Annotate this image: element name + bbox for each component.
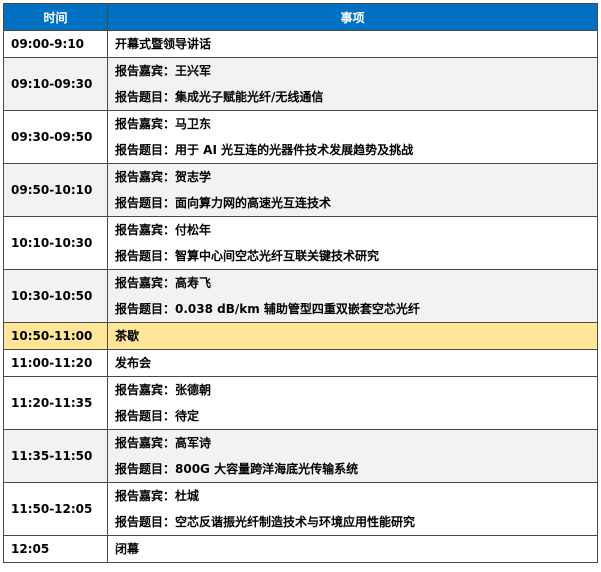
title-line: 报告题目：0.038 dB/km 辅助管型四重双嵌套空芯光纤 [115, 302, 420, 316]
title-line: 报告题目：智算中心间空芯光纤互联关键技术研究 [115, 249, 380, 263]
table-row: 11:00-11:20 发布会 [3, 349, 598, 377]
time-cell: 11:50-12:05 [3, 482, 108, 536]
item-cell: 报告嘉宾：贺志学 报告题目：面向算力网的高速光互连技术 [107, 163, 598, 217]
time-cell: 10:30-10:50 [3, 269, 108, 323]
table-row: 09:00-9:10 开幕式暨领导讲话 [3, 30, 598, 58]
speaker-line: 报告嘉宾：杜城 [115, 489, 200, 503]
speaker-line: 报告嘉宾：王兴军 [115, 64, 212, 78]
agenda-table: 时间 事项 09:00-9:10 开幕式暨领导讲话 09:10-09:30 报告… [3, 3, 598, 563]
item-line: 茶歇 [115, 329, 140, 343]
table-row: 10:30-10:50 报告嘉宾：高寿飞 报告题目：0.038 dB/km 辅助… [3, 269, 598, 323]
item-cell: 报告嘉宾：杜城 报告题目：空芯反谐振光纤制造技术与环境应用性能研究 [107, 482, 598, 536]
table-row: 09:50-10:10 报告嘉宾：贺志学 报告题目：面向算力网的高速光互连技术 [3, 163, 598, 217]
title-line: 报告题目：待定 [115, 409, 200, 423]
table-row: 11:50-12:05 报告嘉宾：杜城 报告题目：空芯反谐振光纤制造技术与环境应… [3, 482, 598, 536]
table-row: 10:10-10:30 报告嘉宾：付松年 报告题目：智算中心间空芯光纤互联关键技… [3, 216, 598, 270]
speaker-line: 报告嘉宾：贺志学 [115, 170, 212, 184]
title-line: 报告题目：空芯反谐振光纤制造技术与环境应用性能研究 [115, 515, 416, 529]
table-row: 11:20-11:35 报告嘉宾：张德朝 报告题目：待定 [3, 376, 598, 430]
item-cell: 闭幕 [107, 535, 598, 563]
table-row: 09:10-09:30 报告嘉宾：王兴军 报告题目：集成光子赋能光纤/无线通信 [3, 57, 598, 111]
item-cell: 开幕式暨领导讲话 [107, 30, 598, 58]
table-row: 11:35-11:50 报告嘉宾：高军诗 报告题目：800G 大容量跨洋海底光传… [3, 429, 598, 483]
time-cell: 11:35-11:50 [3, 429, 108, 483]
time-cell: 09:10-09:30 [3, 57, 108, 111]
item-cell: 报告嘉宾：高军诗 报告题目：800G 大容量跨洋海底光传输系统 [107, 429, 598, 483]
item-cell: 报告嘉宾：付松年 报告题目：智算中心间空芯光纤互联关键技术研究 [107, 216, 598, 270]
title-line: 报告题目：集成光子赋能光纤/无线通信 [115, 90, 324, 104]
item-line: 发布会 [115, 356, 152, 370]
title-line: 报告题目：800G 大容量跨洋海底光传输系统 [115, 462, 359, 476]
header-row: 时间 事项 [3, 3, 598, 31]
time-cell: 09:30-09:50 [3, 110, 108, 164]
time-cell: 10:50-11:00 [3, 322, 108, 350]
table-row: 12:05 闭幕 [3, 535, 598, 563]
item-line: 开幕式暨领导讲话 [115, 37, 212, 51]
item-line: 闭幕 [115, 542, 140, 556]
title-line: 报告题目：面向算力网的高速光互连技术 [115, 196, 332, 210]
item-cell: 报告嘉宾：高寿飞 报告题目：0.038 dB/km 辅助管型四重双嵌套空芯光纤 [107, 269, 598, 323]
speaker-line: 报告嘉宾：高军诗 [115, 436, 212, 450]
time-cell: 09:00-9:10 [3, 30, 108, 58]
table-row-break: 10:50-11:00 茶歇 [3, 322, 598, 350]
time-cell: 11:00-11:20 [3, 349, 108, 377]
time-cell: 10:10-10:30 [3, 216, 108, 270]
header-item: 事项 [107, 3, 598, 31]
speaker-line: 报告嘉宾：张德朝 [115, 383, 212, 397]
time-cell: 12:05 [3, 535, 108, 563]
table-row: 09:30-09:50 报告嘉宾：马卫东 报告题目：用于 AI 光互连的光器件技… [3, 110, 598, 164]
title-line: 报告题目：用于 AI 光互连的光器件技术发展趋势及挑战 [115, 143, 414, 157]
speaker-line: 报告嘉宾：付松年 [115, 223, 212, 237]
item-cell: 报告嘉宾：王兴军 报告题目：集成光子赋能光纤/无线通信 [107, 57, 598, 111]
item-cell: 发布会 [107, 349, 598, 377]
item-cell: 报告嘉宾：张德朝 报告题目：待定 [107, 376, 598, 430]
header-time: 时间 [3, 3, 108, 31]
item-cell: 报告嘉宾：马卫东 报告题目：用于 AI 光互连的光器件技术发展趋势及挑战 [107, 110, 598, 164]
time-cell: 09:50-10:10 [3, 163, 108, 217]
speaker-line: 报告嘉宾：高寿飞 [115, 276, 212, 290]
item-cell: 茶歇 [107, 322, 598, 350]
speaker-line: 报告嘉宾：马卫东 [115, 117, 212, 131]
time-cell: 11:20-11:35 [3, 376, 108, 430]
